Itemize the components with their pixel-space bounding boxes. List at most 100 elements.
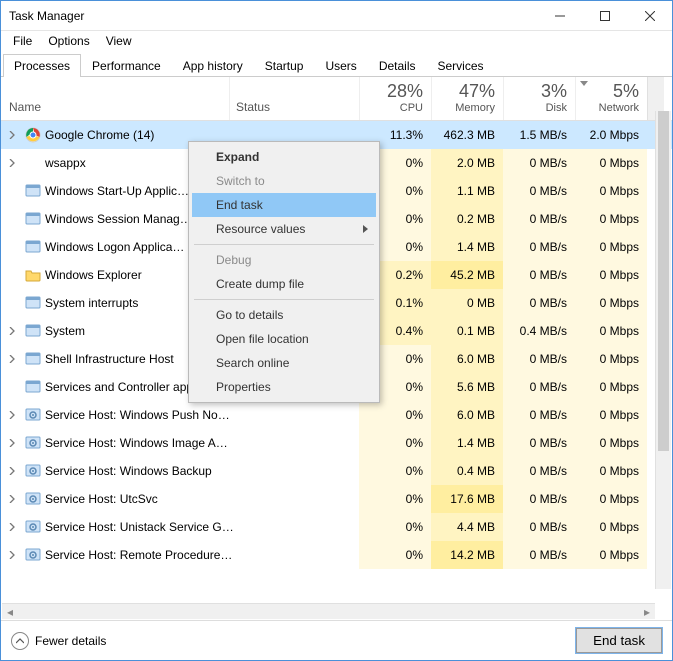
ctx-create-dump[interactable]: Create dump file <box>192 272 376 296</box>
cell-memory: 17.6 MB <box>431 485 503 513</box>
ctx-separator <box>194 244 374 245</box>
cell-memory: 0.1 MB <box>431 317 503 345</box>
fewer-details-label: Fewer details <box>35 634 106 648</box>
cell-network: 0 Mbps <box>575 373 647 401</box>
expand-icon[interactable] <box>1 523 23 531</box>
table-row[interactable]: Service Host: Remote Procedure…0%14.2 MB… <box>1 541 672 569</box>
tab-services[interactable]: Services <box>427 54 495 77</box>
col-disk[interactable]: 3% Disk <box>503 77 575 120</box>
ctx-open-file-location[interactable]: Open file location <box>192 327 376 351</box>
fewer-details-toggle[interactable]: Fewer details <box>11 632 106 650</box>
col-cpu-pct: 28% <box>387 81 423 102</box>
expand-icon[interactable] <box>1 467 23 475</box>
scroll-thumb[interactable] <box>658 111 669 451</box>
cell-memory: 14.2 MB <box>431 541 503 569</box>
cell-disk: 1.5 MB/s <box>503 121 575 149</box>
process-icon <box>23 463 43 479</box>
cell-cpu: 0% <box>359 429 431 457</box>
process-name: Service Host: UtcSvc <box>43 492 359 506</box>
cell-disk: 0 MB/s <box>503 149 575 177</box>
process-icon <box>23 379 43 395</box>
scroll-left-icon[interactable]: ◂ <box>2 605 18 619</box>
col-name[interactable]: Name <box>1 77 229 120</box>
cell-disk: 0 MB/s <box>503 233 575 261</box>
horizontal-scrollbar[interactable]: ◂ ▸ <box>2 603 655 619</box>
cell-disk: 0 MB/s <box>503 289 575 317</box>
ctx-properties[interactable]: Properties <box>192 375 376 399</box>
tab-app-history[interactable]: App history <box>172 54 254 77</box>
cell-disk: 0 MB/s <box>503 485 575 513</box>
expand-icon[interactable] <box>1 411 23 419</box>
ctx-go-to-details[interactable]: Go to details <box>192 303 376 327</box>
window-title: Task Manager <box>9 9 537 23</box>
menu-options[interactable]: Options <box>40 32 97 50</box>
expand-icon[interactable] <box>1 131 23 139</box>
expand-icon[interactable] <box>1 327 23 335</box>
cell-memory: 0.4 MB <box>431 457 503 485</box>
cell-disk: 0 MB/s <box>503 345 575 373</box>
table-row[interactable]: Service Host: UtcSvc0%17.6 MB0 MB/s0 Mbp… <box>1 485 672 513</box>
cell-network: 0 Mbps <box>575 401 647 429</box>
cell-memory: 0 MB <box>431 289 503 317</box>
cell-disk: 0 MB/s <box>503 429 575 457</box>
process-icon <box>23 323 43 339</box>
ctx-search-online[interactable]: Search online <box>192 351 376 375</box>
table-row[interactable]: Service Host: Unistack Service G…0%4.4 M… <box>1 513 672 541</box>
cell-memory: 462.3 MB <box>431 121 503 149</box>
expand-icon[interactable] <box>1 355 23 363</box>
end-task-button[interactable]: End task <box>576 628 662 653</box>
process-icon <box>23 239 43 255</box>
process-icon <box>23 211 43 227</box>
cell-network: 2.0 Mbps <box>575 121 647 149</box>
cell-cpu: 0% <box>359 513 431 541</box>
col-cpu[interactable]: 28% CPU <box>359 77 431 120</box>
ctx-resource-values[interactable]: Resource values <box>192 217 376 241</box>
cell-disk: 0 MB/s <box>503 177 575 205</box>
close-button[interactable] <box>627 1 672 30</box>
cell-network: 0 Mbps <box>575 261 647 289</box>
scroll-right-icon[interactable]: ▸ <box>639 605 655 619</box>
cell-network: 0 Mbps <box>575 149 647 177</box>
tab-details[interactable]: Details <box>368 54 427 77</box>
ctx-expand[interactable]: Expand <box>192 145 376 169</box>
cell-network: 0 Mbps <box>575 205 647 233</box>
cell-disk: 0 MB/s <box>503 541 575 569</box>
cell-cpu: 0% <box>359 485 431 513</box>
tab-bar: Processes Performance App history Startu… <box>1 51 672 77</box>
cell-memory: 2.0 MB <box>431 149 503 177</box>
process-name: Service Host: Windows Image A… <box>43 436 359 450</box>
expand-icon[interactable] <box>1 551 23 559</box>
menu-file[interactable]: File <box>5 32 40 50</box>
cell-disk: 0 MB/s <box>503 513 575 541</box>
col-memory[interactable]: 47% Memory <box>431 77 503 120</box>
cell-network: 0 Mbps <box>575 457 647 485</box>
cell-memory: 1.4 MB <box>431 429 503 457</box>
expand-icon[interactable] <box>1 439 23 447</box>
table-row[interactable]: Service Host: Windows Backup0%0.4 MB0 MB… <box>1 457 672 485</box>
table-row[interactable]: Service Host: Windows Push No…0%6.0 MB0 … <box>1 401 672 429</box>
minimize-button[interactable] <box>537 1 582 30</box>
menu-view[interactable]: View <box>98 32 140 50</box>
tab-processes[interactable]: Processes <box>3 54 81 77</box>
tab-startup[interactable]: Startup <box>254 54 315 77</box>
maximize-button[interactable] <box>582 1 627 30</box>
ctx-end-task[interactable]: End task <box>192 193 376 217</box>
process-name: Service Host: Remote Procedure… <box>43 548 359 562</box>
table-row[interactable]: Service Host: Windows Image A…0%1.4 MB0 … <box>1 429 672 457</box>
col-status[interactable]: Status <box>229 77 359 120</box>
cell-disk: 0 MB/s <box>503 457 575 485</box>
expand-icon[interactable] <box>1 495 23 503</box>
process-icon <box>23 491 43 507</box>
vertical-scrollbar[interactable] <box>655 111 671 589</box>
tab-users[interactable]: Users <box>314 54 367 77</box>
expand-icon[interactable] <box>1 159 23 167</box>
tab-performance[interactable]: Performance <box>81 54 172 77</box>
cell-memory: 1.4 MB <box>431 233 503 261</box>
cell-cpu: 0% <box>359 457 431 485</box>
process-icon <box>23 435 43 451</box>
process-icon <box>23 407 43 423</box>
cell-network: 0 Mbps <box>575 289 647 317</box>
col-mem-pct: 47% <box>459 81 495 102</box>
cell-cpu: 0% <box>359 541 431 569</box>
col-network[interactable]: 5% Network <box>575 77 647 120</box>
